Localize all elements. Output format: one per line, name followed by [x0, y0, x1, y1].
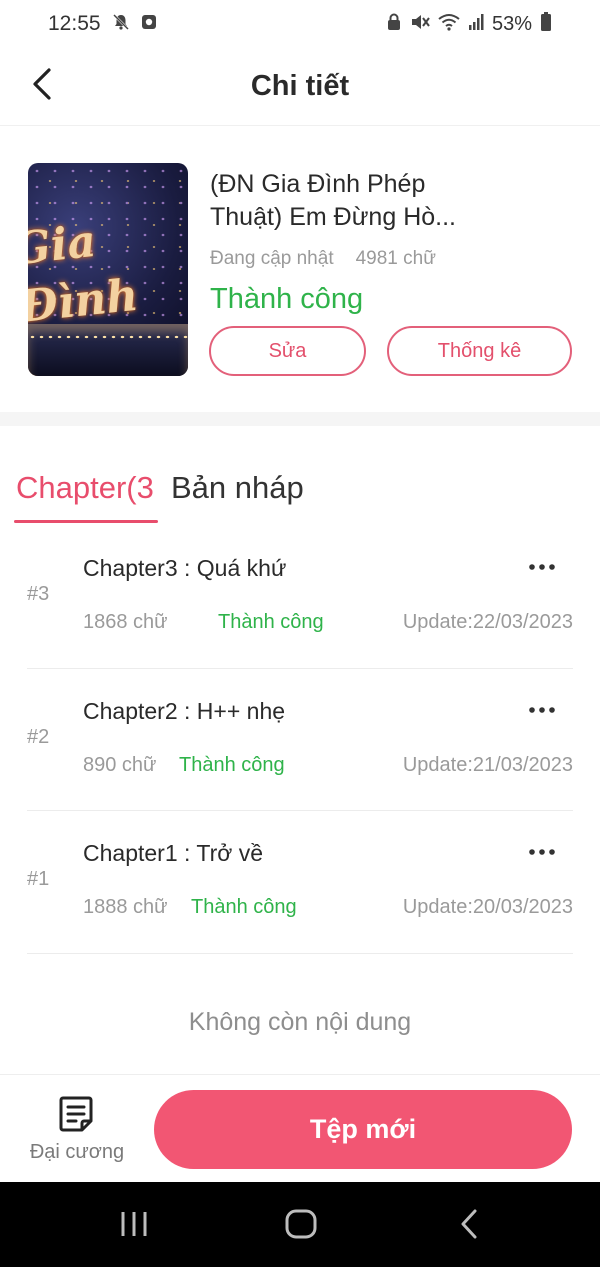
nav-back-button[interactable]: [449, 1204, 489, 1244]
recents-icon: [121, 1212, 147, 1236]
tab-chapters[interactable]: Chapter(3: [16, 470, 158, 506]
cover-city: [28, 324, 188, 376]
more-button[interactable]: [527, 552, 557, 582]
new-file-button[interactable]: Tệp mới: [154, 1090, 572, 1169]
stats-button[interactable]: Thống kê: [387, 326, 572, 376]
chapter-status: Thành công: [179, 753, 285, 776]
chapter-update: Update:20/03/2023: [402, 896, 573, 918]
status-time: 12:55: [48, 12, 101, 35]
status-left-icons: [112, 13, 158, 36]
chapter-number: #2: [27, 725, 50, 748]
more-button[interactable]: [527, 695, 557, 725]
nav-home-button[interactable]: [281, 1204, 321, 1244]
document-list-icon: [58, 1095, 94, 1138]
chapter-title: Chapter1 : Trở về: [83, 840, 263, 866]
more-horizontal-icon: [529, 706, 555, 713]
chapter-status: Thành công: [191, 896, 297, 918]
chapter-list: #3 Chapter3 : Quá khứ 1868 chữ Thành côn…: [0, 526, 600, 954]
status-right: 53%: [386, 12, 552, 37]
page-title: Chi tiết: [250, 70, 350, 102]
lock-icon: [386, 13, 402, 36]
more-horizontal-icon: [529, 849, 555, 855]
book-card: Gia Đình Phép Thuật (ĐN Gia Đình Phép Th…: [0, 126, 600, 412]
chapter-update: Update:22/03/2023: [402, 611, 573, 633]
chapter-update: Update:21/03/2023: [402, 753, 573, 776]
outline-label: Đại cương: [29, 1141, 125, 1163]
battery-icon: [540, 12, 552, 37]
update-status: Đang cập nhật: [210, 248, 334, 269]
tab-underline: [14, 520, 158, 523]
end-of-list-text: Không còn nội dung: [188, 1008, 412, 1036]
tabs: Chapter(3 Bản nháp: [0, 426, 600, 526]
tab-drafts[interactable]: Bản nháp: [171, 470, 304, 506]
back-icon: [461, 1209, 477, 1239]
system-nav-bar: [0, 1182, 600, 1267]
outline-button[interactable]: Đại cương: [22, 1093, 132, 1171]
mute-icon: [410, 13, 430, 36]
wifi-icon: [438, 13, 460, 36]
chapter-number: #3: [27, 583, 50, 605]
more-horizontal-icon: [529, 564, 555, 570]
battery-percent: 53%: [491, 13, 532, 35]
chapter-words: 1888 chữ: [83, 896, 168, 918]
screen-record-icon: [140, 13, 158, 36]
chapter-row[interactable]: #1 Chapter1 : Trở về 1888 chữ Thành công…: [27, 811, 573, 954]
chapter-number: #1: [27, 868, 50, 890]
word-count: 4981 chữ: [355, 248, 436, 269]
section-divider: [0, 412, 600, 426]
book-cover[interactable]: Gia Đình Phép Thuật: [28, 163, 188, 376]
chapter-words: 1868 chữ: [83, 611, 168, 633]
header: Chi tiết: [0, 50, 600, 126]
publish-status: Thành công: [210, 283, 364, 315]
book-meta: Đang cập nhật 4981 chữ: [210, 248, 436, 270]
chapter-status: Thành công: [218, 611, 324, 633]
chapter-row[interactable]: #2 Chapter2 : H++ nhẹ 890 chữ Thành công…: [27, 669, 573, 811]
signal-icon: [468, 13, 484, 36]
bottom-action-bar: Đại cương Tệp mới: [0, 1074, 600, 1182]
bell-muted-icon: [112, 13, 130, 36]
more-button[interactable]: [527, 837, 557, 867]
chapter-words: 890 chữ: [83, 753, 157, 776]
nav-recents-button[interactable]: [114, 1204, 154, 1244]
home-icon: [285, 1209, 317, 1239]
chapter-title: Chapter3 : Quá khứ: [83, 555, 287, 581]
chapter-row[interactable]: #3 Chapter3 : Quá khứ 1868 chữ Thành côn…: [27, 526, 573, 669]
book-title: (ĐN Gia Đình Phép Thuật) Em Đừng Hò...: [210, 170, 456, 231]
chapter-title: Chapter2 : H++ nhẹ: [83, 697, 286, 724]
status-bar: 12:55 53%: [0, 0, 600, 50]
edit-button[interactable]: Sửa: [209, 326, 366, 376]
